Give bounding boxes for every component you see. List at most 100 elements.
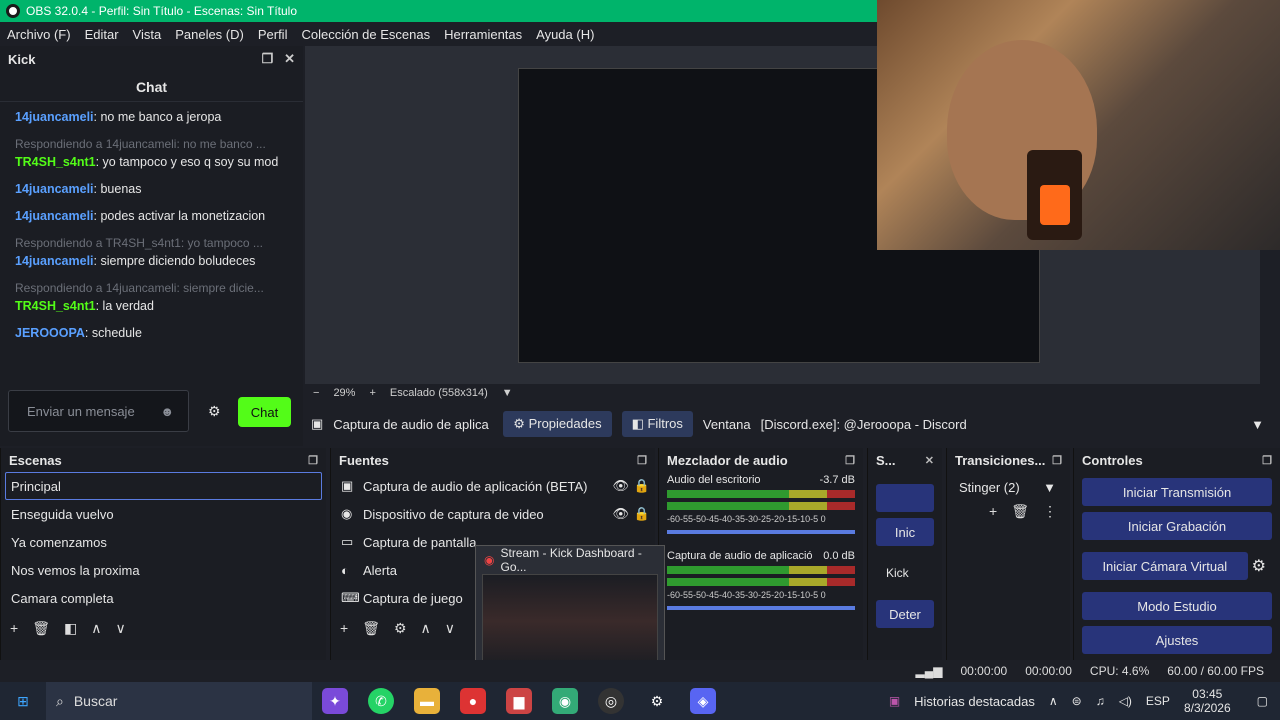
- emoji-icon[interactable]: ☻: [160, 404, 174, 419]
- transition-select[interactable]: Stinger (2) ▼: [947, 472, 1070, 503]
- studio-mode-button[interactable]: Modo Estudio: [1082, 592, 1272, 620]
- add-icon[interactable]: +: [10, 620, 18, 637]
- mic-light: [1040, 185, 1070, 225]
- start-stream-button[interactable]: Iniciar Transmisión: [1082, 478, 1272, 506]
- app-icon[interactable]: ●: [460, 688, 486, 714]
- volume-slider[interactable]: [667, 530, 855, 534]
- properties-button[interactable]: ⚙ Propiedades: [503, 411, 612, 437]
- menu-coleccion[interactable]: Colección de Escenas: [301, 27, 430, 42]
- chat-input[interactable]: Enviar un mensaje ☻: [8, 390, 189, 432]
- close-icon[interactable]: ✕: [284, 51, 295, 66]
- wifi-icon: ⊜: [1071, 694, 1082, 708]
- scene-item[interactable]: Principal: [5, 472, 322, 500]
- language-indicator: ESP: [1145, 694, 1170, 708]
- lock-icon: 🔒: [633, 506, 651, 521]
- zoom-out-icon[interactable]: −: [313, 387, 319, 399]
- up-icon[interactable]: ∧: [421, 620, 431, 637]
- menu-archivo[interactable]: Archivo (F): [7, 27, 71, 42]
- volume-slider[interactable]: [667, 606, 855, 610]
- add-icon[interactable]: +: [989, 503, 997, 520]
- trash-icon[interactable]: 🗑: [1011, 503, 1029, 520]
- scene-item[interactable]: Ya comenzamos: [1, 528, 326, 556]
- discord-icon[interactable]: ◈: [690, 688, 716, 714]
- down-icon[interactable]: ∨: [445, 620, 455, 637]
- filters-button[interactable]: ◧ Filtros: [621, 411, 693, 437]
- chat-dock: Kick ❐ ✕ Chat 14juancameli: no me banco …: [0, 46, 303, 446]
- gear-icon[interactable]: ⚙: [208, 403, 221, 420]
- chevron-down-icon[interactable]: ▼: [502, 387, 513, 399]
- gear-icon[interactable]: ⚙: [1252, 556, 1266, 576]
- zoom-in-icon[interactable]: +: [369, 387, 375, 399]
- zoom-bar: − 29% + Escalado (558x314) ▼: [305, 384, 1260, 402]
- trash-icon[interactable]: 🗑: [32, 620, 50, 637]
- windows-start-icon[interactable]: ⊞: [10, 688, 36, 714]
- news-icon: ▣: [888, 694, 901, 708]
- chat-message: Respondiendo a TR4SH_s4nt1: yo tampoco .…: [15, 234, 288, 270]
- stat-button[interactable]: Inic: [876, 518, 934, 546]
- source-toolbar: ▣ Captura de audio de aplica ⚙ Propiedad…: [305, 408, 1280, 440]
- menu-herramientas[interactable]: Herramientas: [444, 27, 522, 42]
- add-icon[interactable]: +: [340, 620, 348, 637]
- copilot-icon[interactable]: ✦: [322, 688, 348, 714]
- menu-ayuda[interactable]: Ayuda (H): [536, 27, 594, 42]
- trash-icon[interactable]: 🗑: [362, 620, 380, 637]
- scene-item[interactable]: Enseguida vuelvo: [1, 500, 326, 528]
- close-icon[interactable]: ✕: [925, 454, 934, 467]
- signal-icon: ▂▄▆: [915, 664, 943, 678]
- news-label[interactable]: Historias destacadas: [914, 694, 1035, 709]
- whatsapp-icon[interactable]: ✆: [368, 688, 394, 714]
- float-icon[interactable]: ❐: [1052, 454, 1062, 467]
- chrome-icon[interactable]: ◉: [552, 688, 578, 714]
- up-icon[interactable]: ∧: [91, 620, 101, 637]
- clock[interactable]: 03:45 8/3/2026: [1184, 687, 1231, 715]
- app-icon[interactable]: ▆: [506, 688, 532, 714]
- scene-item[interactable]: Camara completa: [1, 584, 326, 612]
- settings-button[interactable]: Ajustes: [1082, 626, 1272, 654]
- float-icon[interactable]: ❐: [637, 454, 647, 467]
- obs-icon[interactable]: ◎: [598, 688, 624, 714]
- dock-title: S...: [876, 452, 896, 468]
- window-label: Ventana: [702, 416, 751, 432]
- mixer-channel: Audio del escritorio -3.7 dB -60-55-50-45…: [659, 472, 863, 536]
- menu-vista[interactable]: Vista: [133, 27, 162, 42]
- chrome-icon: ◉: [484, 553, 495, 567]
- chevron-down-icon[interactable]: ▼: [1251, 417, 1264, 432]
- stat-label: Kick: [886, 566, 909, 580]
- menu-paneles[interactable]: Paneles (D): [175, 27, 244, 42]
- window-thumbnail: [482, 574, 658, 669]
- gear-icon[interactable]: ⚙: [394, 620, 407, 637]
- selected-source: Captura de audio de aplica: [333, 416, 489, 432]
- status-bar: ▂▄▆ 00:00:00 00:00:00 CPU: 4.6% 60.00 / …: [0, 660, 1280, 682]
- stat-button[interactable]: [876, 484, 934, 512]
- audio-mixer-dock: Mezclador de audio ❐ Audio del escritorio…: [658, 448, 863, 660]
- float-icon[interactable]: ❐: [262, 51, 274, 66]
- taskbar-search[interactable]: ⌕ Buscar: [46, 682, 312, 720]
- scene-item[interactable]: Nos vemos la proxima: [1, 556, 326, 584]
- start-virtual-camera-button[interactable]: Iniciar Cámara Virtual: [1082, 552, 1248, 580]
- start-recording-button[interactable]: Iniciar Grabación: [1082, 512, 1272, 540]
- dock-title: Fuentes: [339, 452, 389, 468]
- mic-icon: ♫: [1095, 694, 1105, 708]
- float-icon[interactable]: ❐: [308, 454, 318, 467]
- float-icon[interactable]: ❐: [845, 454, 855, 467]
- chat-send-button[interactable]: Chat: [238, 397, 291, 427]
- folder-icon[interactable]: ▬: [414, 688, 440, 714]
- down-icon[interactable]: ∨: [115, 620, 125, 637]
- window-select[interactable]: [Discord.exe]: @Jerooopa - Discord: [761, 417, 1242, 432]
- notification-icon: ▢: [1256, 694, 1268, 708]
- window-title: OBS 32.0.4 - Perfil: Sin Título - Escena…: [26, 4, 298, 18]
- windows-taskbar: ⊞ ⌕ Buscar ✦ ✆ ▬ ● ▆ ◉ ◎ ⚙ ◈ ▣ Historias …: [0, 682, 1280, 720]
- source-item[interactable]: ◉ Dispositivo de captura de video 👁 🔒: [331, 500, 655, 528]
- scenes-dock: Escenas ❐ Principal Enseguida vuelvo Ya c…: [0, 448, 326, 660]
- taskbar-preview-popup[interactable]: ◉ Stream - Kick Dashboard - Go...: [475, 545, 665, 677]
- menu-editar[interactable]: Editar: [85, 27, 119, 42]
- settings-icon[interactable]: ⚙: [644, 688, 670, 714]
- volume-meter: [667, 566, 855, 574]
- filter-icon[interactable]: ◧: [64, 620, 77, 637]
- float-icon[interactable]: ❐: [1262, 454, 1272, 467]
- menu-perfil[interactable]: Perfil: [258, 27, 288, 42]
- stat-button[interactable]: Deter: [876, 600, 934, 628]
- source-item[interactable]: ▣ Captura de audio de aplicación (BETA) 👁 🔒: [331, 472, 655, 500]
- more-icon[interactable]: ⋮: [1043, 503, 1057, 520]
- controls-dock: Controles ❐ Iniciar Transmisión Iniciar G…: [1073, 448, 1280, 660]
